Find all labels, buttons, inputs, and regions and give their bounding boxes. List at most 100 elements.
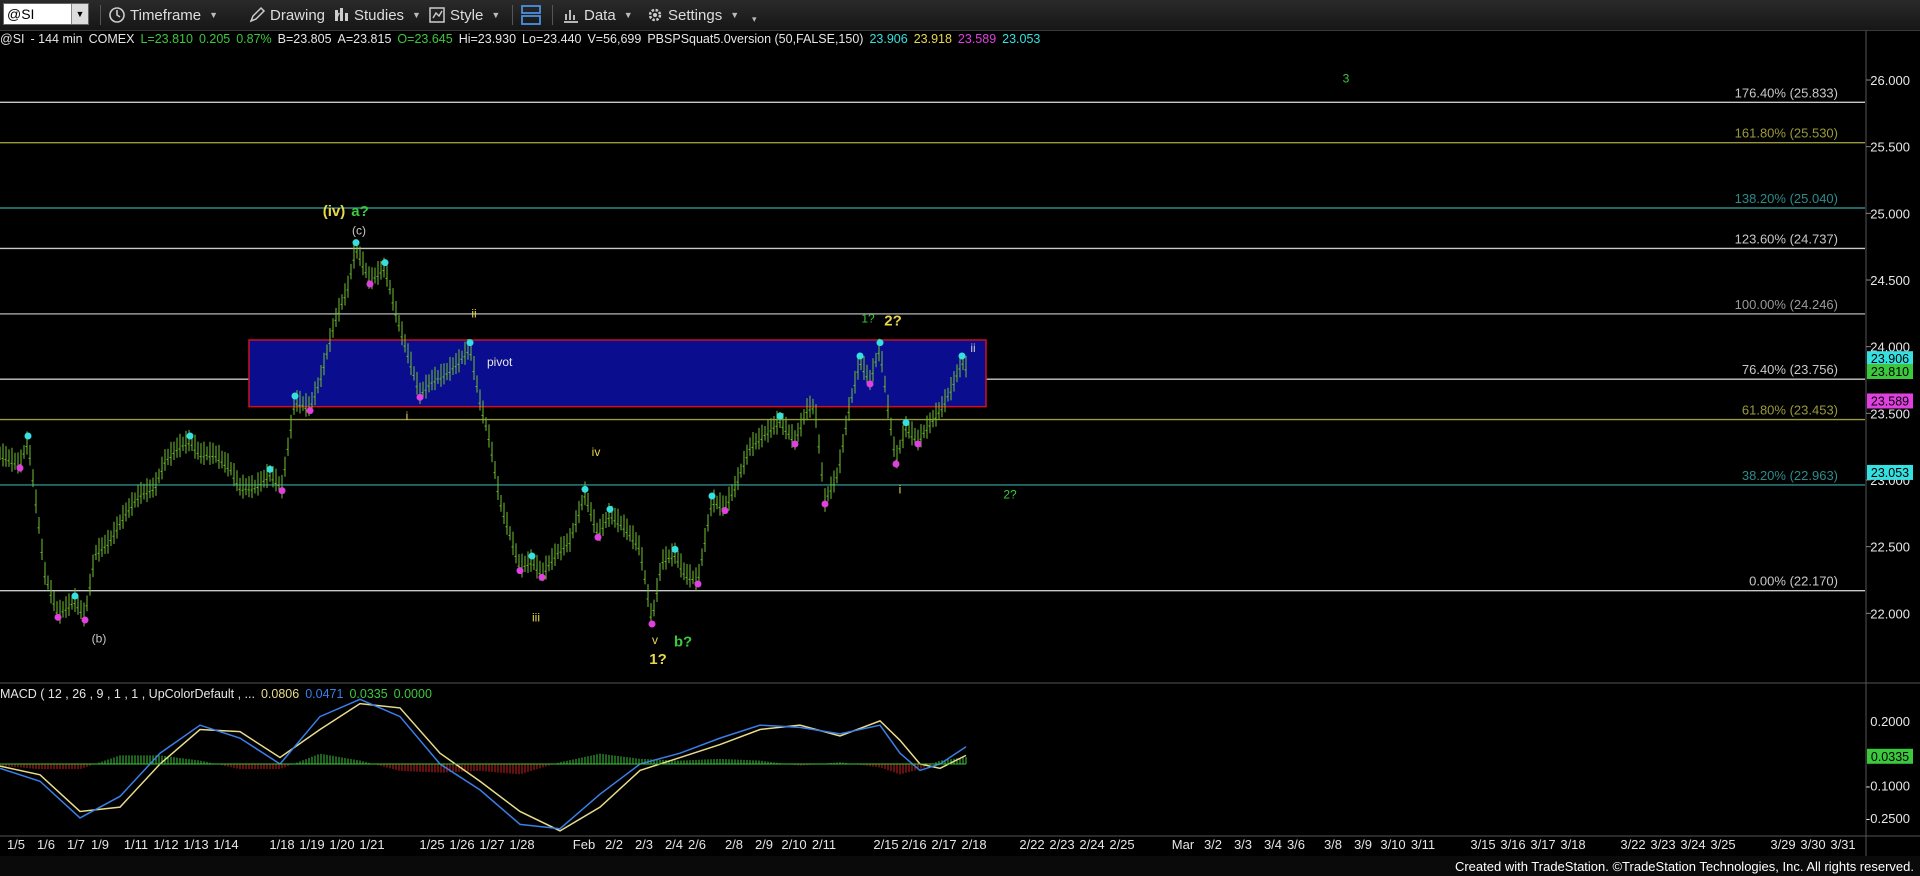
macd-value: 0.0806 (260, 687, 300, 701)
y-tick-label: 25.000 (1870, 206, 1910, 221)
swing-low-dot (594, 533, 602, 541)
wave-label: 3 (1343, 72, 1350, 86)
swing-high-dot (671, 545, 679, 553)
y-tick-label: 22.000 (1870, 606, 1910, 621)
wave-label: a? (351, 203, 369, 220)
x-tick-label: 2/10 (781, 837, 806, 852)
header-change: 0.205 (198, 32, 231, 46)
macd-label: MACD ( 12 , 26 , 9 , 1 , 1 , UpColorDefa… (0, 687, 255, 701)
y-tick-label: 25.500 (1870, 140, 1910, 155)
x-tick-label: 3/25 (1710, 837, 1735, 852)
y-tick-label: 22.500 (1870, 540, 1910, 555)
wave-label: i (899, 482, 902, 496)
swing-high-dot (381, 259, 389, 267)
swing-high-dot (958, 352, 966, 360)
swing-high-dot (291, 392, 299, 400)
x-tick-label: 1/19 (299, 837, 324, 852)
header-exchange: COMEX (88, 32, 135, 46)
x-tick-label: 2/11 (812, 837, 836, 852)
swing-low-dot (81, 616, 89, 624)
macd-y-tick-label: -0.1000 (1866, 779, 1910, 794)
x-tick-label: 1/21 (359, 837, 384, 852)
macd-header: MACD ( 12 , 26 , 9 , 1 , 1 , UpColorDefa… (0, 687, 438, 701)
header-volume: V=56,699 (587, 32, 642, 46)
swing-high-dot (708, 492, 716, 500)
x-tick-label: 1/27 (479, 837, 504, 852)
x-tick-label: 3/22 (1620, 837, 1645, 852)
x-tick-label: 1/5 (7, 837, 25, 852)
swing-high-dot (776, 412, 784, 420)
swing-low-dot (278, 487, 286, 495)
header-ask: A=23.815 (337, 32, 392, 46)
y-tick-label: 26.000 (1870, 73, 1910, 88)
wave-label: 2? (884, 312, 902, 329)
swing-low-dot (538, 573, 546, 581)
wave-label: ii (970, 341, 975, 355)
swing-low-dot (648, 620, 656, 628)
swing-high-dot (606, 505, 614, 513)
header-study-value: 23.906 (869, 32, 908, 46)
wave-label: (iv) (323, 203, 346, 220)
x-tick-label: 2/15 (873, 837, 898, 852)
x-tick-label: 1/6 (37, 837, 55, 852)
swing-high-dot (466, 339, 474, 347)
pivot-label: pivot (487, 355, 513, 369)
header-bid: B=23.805 (277, 32, 332, 46)
price-badge-label: 23.053 (1871, 466, 1909, 480)
fib-level-label: 176.40% (25.833) (1735, 85, 1838, 100)
price-pane (0, 31, 1920, 836)
header-low: Lo=23.440 (522, 32, 582, 46)
x-tick-label: 3/31 (1830, 837, 1855, 852)
price-badge-label: 23.810 (1871, 365, 1909, 379)
y-tick-label: 23.500 (1870, 406, 1910, 421)
header-interval: - 144 min (30, 32, 83, 46)
x-tick-label: 1/12 (153, 837, 178, 852)
fib-level-label: 38.20% (22.963) (1742, 468, 1838, 483)
wave-label: iv (592, 445, 601, 459)
swing-high-dot (876, 339, 884, 347)
swing-high-dot (581, 485, 589, 493)
swing-high-dot (528, 552, 536, 560)
macd-y-tick-label: 0.2000 (1870, 714, 1910, 729)
swing-high-dot (902, 419, 910, 427)
fib-level-label: 0.00% (22.170) (1749, 574, 1838, 589)
swing-low-dot (694, 580, 702, 588)
swing-high-dot (352, 239, 360, 247)
x-tick-label: 2/4 (665, 837, 683, 852)
swing-low-dot (306, 407, 314, 415)
wave-label: v (652, 633, 658, 647)
header-study-value: 23.053 (1002, 32, 1041, 46)
x-tick-label: 1/25 (419, 837, 444, 852)
wave-label: 2? (1003, 488, 1017, 502)
wave-label: (b) (92, 632, 107, 646)
x-tick-label: 2/6 (688, 837, 706, 852)
swing-low-dot (16, 464, 24, 472)
macd-value: 0.0471 (305, 687, 344, 701)
x-tick-label: 3/6 (1287, 837, 1305, 852)
footer-credit: Created with TradeStation. ©TradeStation… (1454, 859, 1914, 874)
swing-low-dot (892, 460, 900, 468)
x-tick-label: 3/3 (1234, 837, 1252, 852)
x-tick-label: Mar (1172, 837, 1195, 852)
fib-level-label: 138.20% (25.040) (1735, 191, 1838, 206)
wave-label: iii (532, 610, 540, 624)
x-tick-label: 1/9 (91, 837, 109, 852)
x-tick-label: 3/16 (1500, 837, 1525, 852)
x-tick-label: 2/22 (1019, 837, 1044, 852)
x-tick-label: 2/23 (1049, 837, 1074, 852)
x-tick-label: 2/9 (755, 837, 773, 852)
swing-low-dot (791, 440, 799, 448)
swing-high-dot (856, 352, 864, 360)
x-tick-label: 3/9 (1354, 837, 1372, 852)
x-tick-label: 3/2 (1204, 837, 1222, 852)
y-tick-label: 24.500 (1870, 273, 1910, 288)
header-open: O=23.645 (397, 32, 453, 46)
x-tick-label: 1/14 (213, 837, 238, 852)
wave-label: b? (674, 634, 692, 651)
x-tick-label: 3/4 (1264, 837, 1282, 852)
x-tick-label: 3/24 (1680, 837, 1705, 852)
chart-canvas[interactable]: 176.40% (25.833) 161.80% (25.530) 138.20% … (0, 0, 1920, 876)
fib-level-label: 161.80% (25.530) (1735, 126, 1838, 141)
wave-label: 1? (649, 651, 667, 668)
swing-high-dot (186, 432, 194, 440)
